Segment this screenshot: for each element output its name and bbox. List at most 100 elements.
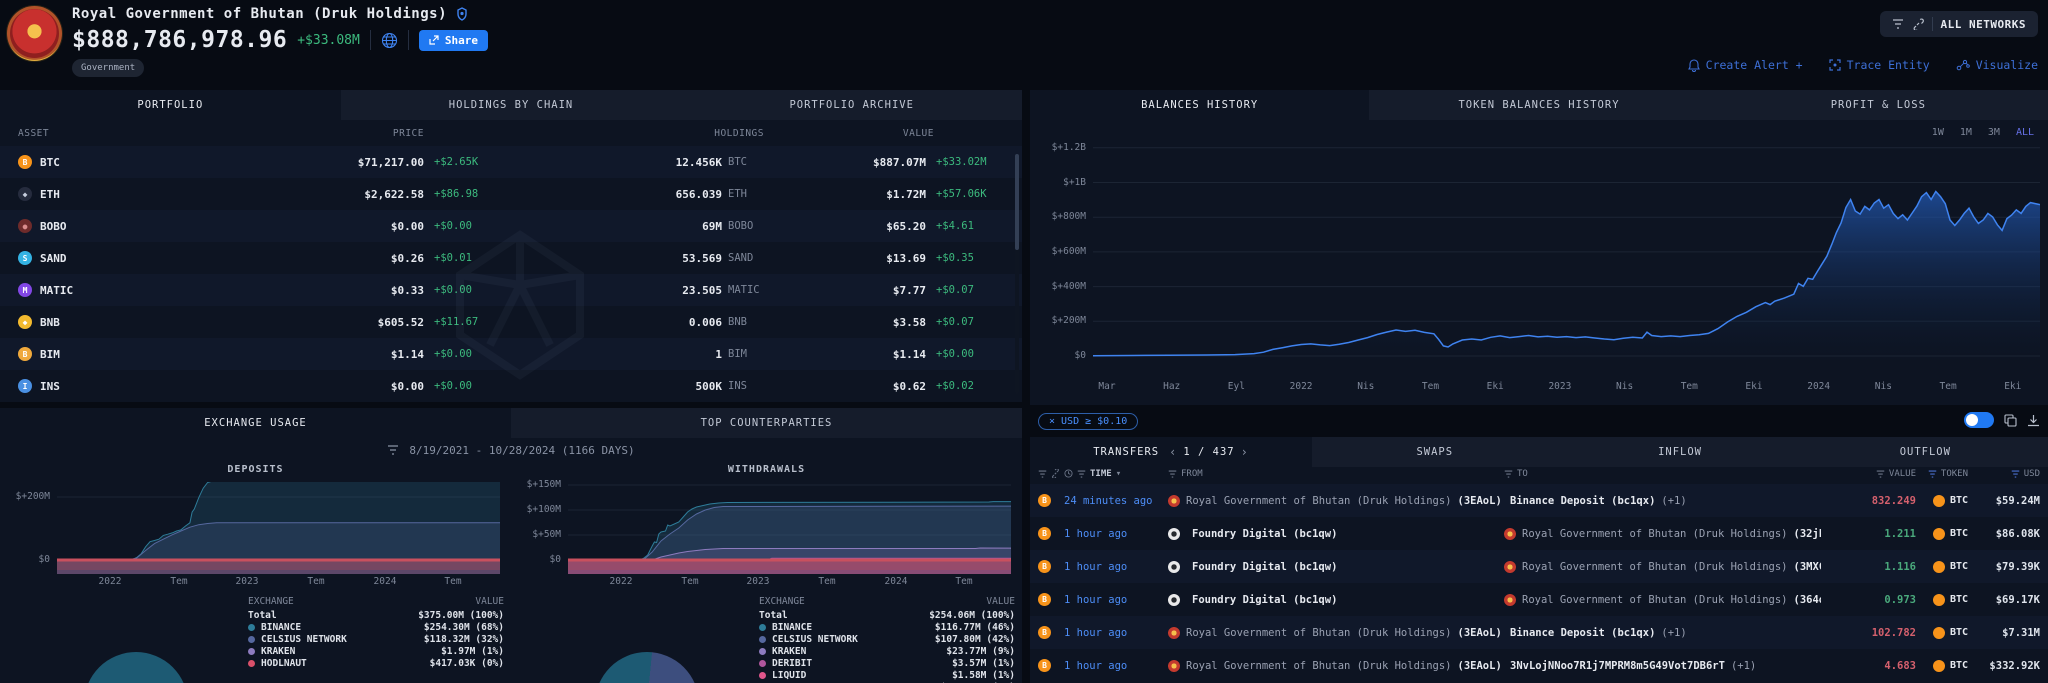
- exchange-row[interactable]: KRAKEN$23.77M (9%): [759, 645, 1015, 657]
- exchange-total-row: Total$254.06M (100%): [759, 609, 1015, 621]
- exchange-row[interactable]: LIQUID$1.58M (1%): [759, 669, 1015, 681]
- verified-badge-icon: [455, 7, 469, 21]
- chain-link-icon[interactable]: [1051, 469, 1060, 478]
- transfer-row[interactable]: B 24 minutes ago Royal Government of Bhu…: [1030, 484, 2048, 517]
- col-usd[interactable]: USD: [1968, 469, 2040, 479]
- trace-entity-button[interactable]: Trace Entity: [1829, 58, 1930, 72]
- all-networks-button[interactable]: ALL NETWORKS: [1880, 11, 2038, 37]
- create-alert-button[interactable]: Create Alert +: [1688, 58, 1803, 72]
- transfer-from[interactable]: Foundry Digital (bc1qw): [1168, 561, 1504, 573]
- exchange-row[interactable]: CELSIUS NETWORK$118.32M (32%): [248, 633, 504, 645]
- col-token[interactable]: TOKEN: [1916, 469, 1968, 479]
- exchange-row[interactable]: DERIBIT$3.57M (1%): [759, 657, 1015, 669]
- transfer-row[interactable]: B 1 hour ago Royal Government of Bhutan …: [1030, 649, 2048, 682]
- prev-page-icon[interactable]: ‹: [1169, 445, 1177, 459]
- tab-top-counterparties[interactable]: TOP COUNTERPARTIES: [511, 408, 1022, 438]
- filter-icon: [1077, 470, 1086, 478]
- transfer-row[interactable]: B 1 hour ago Foundry Digital (bc1qw) Roy…: [1030, 583, 2048, 616]
- next-page-icon[interactable]: ›: [1241, 445, 1249, 459]
- remove-filter-icon[interactable]: ×: [1049, 416, 1055, 427]
- asset-holdings: 12.456K: [676, 156, 722, 169]
- date-range-filter[interactable]: 8/19/2021 - 10/28/2024 (1166 DAYS): [0, 439, 1022, 461]
- tab-transfers[interactable]: TRANSFERS ‹ 1 / 437 ›: [1030, 437, 1312, 467]
- tab-portfolio-archive[interactable]: PORTFOLIO ARCHIVE: [681, 90, 1022, 120]
- usd-toggle[interactable]: [1964, 412, 1994, 428]
- transfer-row[interactable]: B 1 hour ago Royal Government of Bhutan …: [1030, 616, 2048, 649]
- transfer-to[interactable]: Royal Government of Bhutan (Druk Holding…: [1504, 528, 1821, 540]
- range-3m[interactable]: 3M: [1988, 127, 2000, 138]
- entity-tag[interactable]: Government: [72, 59, 144, 77]
- download-icon[interactable]: [2027, 414, 2040, 427]
- portfolio-row[interactable]: BBTC $71,217.00+$2.65K 12.456KBTC $887.0…: [0, 146, 1022, 178]
- range-all[interactable]: ALL: [2016, 127, 2034, 138]
- tab-exchange-usage[interactable]: EXCHANGE USAGE: [0, 408, 511, 438]
- asset-name: BIM: [40, 348, 60, 361]
- exchange-row[interactable]: KRAKEN$1.97M (1%): [248, 645, 504, 657]
- exchange-row[interactable]: CELSIUS NETWORK$107.80M (42%): [759, 633, 1015, 645]
- exchange-row[interactable]: BINANCE$116.77M (46%): [759, 621, 1015, 633]
- usd-filter-chip[interactable]: × USD ≥ $0.10: [1038, 413, 1138, 430]
- tab-inflow[interactable]: INFLOW: [1557, 437, 1802, 467]
- transfer-to[interactable]: Royal Government of Bhutan (Druk Holding…: [1504, 594, 1821, 606]
- tab-profit-loss[interactable]: PROFIT & LOSS: [1709, 90, 2048, 120]
- transfer-row[interactable]: B 1 hour ago Foundry Digital (bc1qw) Roy…: [1030, 550, 2048, 583]
- transfer-to[interactable]: Royal Government of Bhutan (Druk Holding…: [1504, 561, 1821, 573]
- asset-price: $71,217.00: [358, 156, 424, 169]
- deposits-chart[interactable]: [57, 482, 500, 574]
- share-icon: [429, 35, 439, 45]
- balances-history-chart[interactable]: [1030, 141, 2048, 374]
- transfer-row[interactable]: B 1 hour ago Foundry Digital (bc1qw) Roy…: [1030, 517, 2048, 550]
- transfer-time[interactable]: 24 minutes ago: [1064, 495, 1168, 507]
- exchange-tabs: EXCHANGE USAGE TOP COUNTERPARTIES: [0, 408, 1022, 438]
- transfer-time[interactable]: 1 hour ago: [1064, 594, 1168, 606]
- bobo-icon: ●: [18, 219, 32, 233]
- transfer-time[interactable]: 1 hour ago: [1064, 561, 1168, 573]
- transfer-from[interactable]: Royal Government of Bhutan (Druk Holding…: [1168, 660, 1504, 672]
- transfer-to[interactable]: Binance Deposit (bc1qx)(+1): [1504, 627, 1821, 639]
- tab-swaps[interactable]: SWAPS: [1312, 437, 1557, 467]
- portfolio-row[interactable]: ◆ETH $2,622.58+$86.98 656.039ETH $1.72M+…: [0, 178, 1022, 210]
- transfer-from[interactable]: Royal Government of Bhutan (Druk Holding…: [1168, 495, 1504, 507]
- transfer-time[interactable]: 1 hour ago: [1064, 627, 1168, 639]
- portfolio-scrollbar[interactable]: [1015, 154, 1019, 394]
- y-axis-label: $+100M: [511, 504, 561, 515]
- filter-icon-active: [1928, 470, 1937, 478]
- withdrawals-pie-chart[interactable]: [595, 652, 699, 683]
- transfer-from[interactable]: Royal Government of Bhutan (Druk Holding…: [1168, 627, 1504, 639]
- tab-portfolio[interactable]: PORTFOLIO: [0, 90, 341, 120]
- tab-holdings-by-chain[interactable]: HOLDINGS BY CHAIN: [341, 90, 682, 120]
- range-1w[interactable]: 1W: [1932, 127, 1944, 138]
- tab-token-balances-history[interactable]: TOKEN BALANCES HISTORY: [1369, 90, 1708, 120]
- exchange-row[interactable]: BINANCE$254.30M (68%): [248, 621, 504, 633]
- transfer-to[interactable]: Binance Deposit (bc1qx)(+1): [1504, 495, 1821, 507]
- transfer-value: 1.211: [1821, 528, 1916, 540]
- asset-ticker: BTC: [722, 156, 770, 168]
- asset-name: INS: [40, 380, 60, 393]
- globe-icon[interactable]: [381, 32, 398, 49]
- transfer-time[interactable]: 1 hour ago: [1064, 660, 1168, 672]
- x-axis-label: Eki: [2004, 381, 2021, 392]
- transfer-from[interactable]: Foundry Digital (bc1qw): [1168, 594, 1504, 606]
- share-button[interactable]: Share: [419, 30, 488, 51]
- filter-icon: [1504, 470, 1513, 478]
- transfers-table-body: B 24 minutes ago Royal Government of Bhu…: [1030, 484, 2048, 682]
- col-value[interactable]: VALUE: [1821, 469, 1916, 479]
- filter-icon[interactable]: [1038, 470, 1047, 478]
- asset-value-change: +$4.61: [926, 220, 1022, 232]
- col-from[interactable]: FROM: [1168, 469, 1504, 479]
- range-1m[interactable]: 1M: [1960, 127, 1972, 138]
- transfer-time[interactable]: 1 hour ago: [1064, 528, 1168, 540]
- col-time[interactable]: TIME ▾: [1064, 469, 1168, 479]
- transfer-to[interactable]: 3NvLojNNoo7R1j7MPRM8m5G49Vot7DB6rT(+1): [1504, 660, 1821, 672]
- x-axis-label: Tem: [444, 576, 461, 587]
- exchange-row[interactable]: HODLNAUT$417.03K (0%): [248, 657, 504, 669]
- chevron-down-icon: ▾: [1116, 469, 1121, 479]
- tab-balances-history[interactable]: BALANCES HISTORY: [1030, 90, 1369, 120]
- withdrawals-chart[interactable]: [568, 482, 1011, 574]
- visualize-button[interactable]: Visualize: [1956, 58, 2038, 72]
- col-to[interactable]: TO: [1504, 469, 1821, 479]
- tab-outflow[interactable]: OUTFLOW: [1803, 437, 2048, 467]
- deposits-pie-chart[interactable]: [84, 652, 188, 683]
- copy-icon[interactable]: [2004, 414, 2017, 427]
- transfer-from[interactable]: Foundry Digital (bc1qw): [1168, 528, 1504, 540]
